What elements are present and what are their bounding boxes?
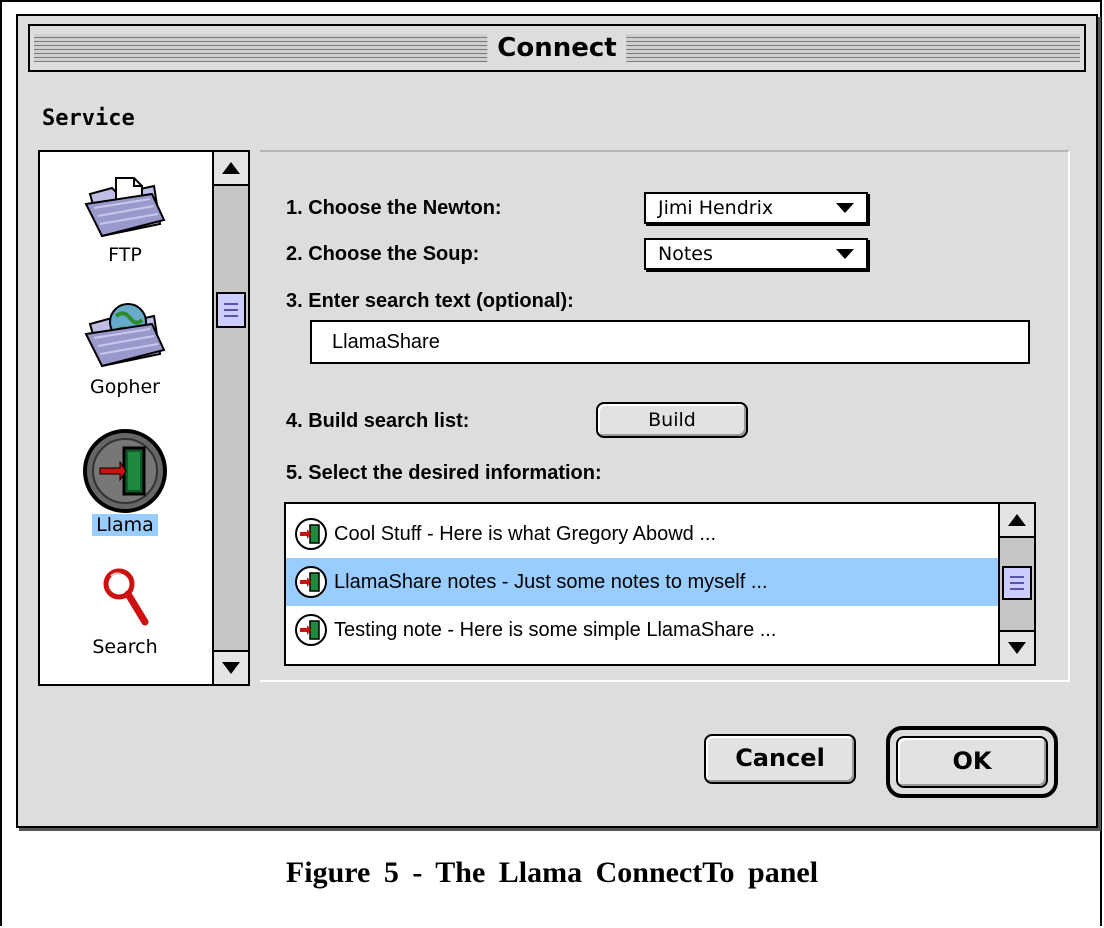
service-item-ftp[interactable]: FTP — [40, 174, 210, 266]
service-item-gopher[interactable]: Gopher — [40, 300, 210, 398]
service-label-llama: Llama — [92, 514, 158, 536]
build-button[interactable]: Build — [596, 402, 748, 438]
up-arrow-icon — [1008, 514, 1026, 526]
result-row[interactable]: Cool Stuff - Here is what Gregory Abowd … — [286, 510, 998, 558]
scroll-thumb[interactable] — [1002, 566, 1032, 600]
scroll-up-button[interactable] — [214, 152, 248, 186]
result-text: Testing note - Here is some simple Llama… — [334, 618, 777, 641]
popup-arrow-icon — [836, 203, 854, 213]
popup-arrow-icon — [836, 249, 854, 259]
service-list[interactable]: FTP Gopher Llama Search — [38, 150, 250, 686]
results-list[interactable]: Cool Stuff - Here is what Gregory Abowd … — [284, 502, 1036, 666]
scroll-thumb[interactable] — [216, 292, 246, 328]
service-label-search: Search — [92, 636, 158, 658]
llama-note-icon — [295, 566, 327, 598]
service-list-scrollbar[interactable] — [212, 152, 248, 684]
scroll-down-button[interactable] — [214, 650, 248, 684]
step-choose-newton-label: 1. Choose the Newton: — [286, 197, 502, 219]
step-select-info-label: 5. Select the desired information: — [286, 462, 602, 484]
figure-caption: Figure 5 - The Llama ConnectTo panel — [285, 856, 819, 889]
llama-note-icon — [295, 518, 327, 550]
down-arrow-icon — [1008, 642, 1026, 654]
soup-popup-menu[interactable]: Notes — [644, 238, 868, 270]
ftp-folder-icon — [84, 177, 166, 238]
result-text: Cool Stuff - Here is what Gregory Abowd … — [334, 522, 717, 545]
service-item-search[interactable]: Search — [40, 562, 210, 658]
llama-icon — [83, 429, 167, 513]
llama-note-icon — [295, 614, 327, 646]
step-choose-soup-label: 2. Choose the Soup: — [286, 243, 480, 265]
title-bar[interactable]: Connect — [28, 24, 1086, 72]
search-text-field[interactable] — [310, 320, 1030, 364]
service-item-llama[interactable]: Llama — [40, 428, 210, 536]
scroll-up-button[interactable] — [1000, 504, 1034, 538]
gopher-globe-folder-icon — [84, 303, 166, 368]
service-heading: Service — [42, 106, 135, 131]
magnifier-icon — [103, 568, 149, 626]
newton-popup-menu[interactable]: Jimi Hendrix — [644, 192, 868, 224]
results-scrollbar[interactable] — [998, 504, 1034, 664]
step-search-text-label: 3. Enter search text (optional): — [286, 290, 574, 312]
window-title: Connect — [487, 32, 627, 64]
step-build-list-label: 4. Build search list: — [286, 410, 470, 432]
soup-popup-value: Notes — [658, 243, 713, 265]
result-row-selected[interactable]: LlamaShare notes - Just some notes to my… — [286, 558, 998, 606]
result-row[interactable]: Testing note - Here is some simple Llama… — [286, 606, 998, 654]
cancel-button[interactable]: Cancel — [704, 734, 856, 784]
scroll-down-button[interactable] — [1000, 630, 1034, 664]
ok-button[interactable]: OK — [896, 736, 1048, 788]
search-text-input[interactable] — [332, 323, 1028, 362]
down-arrow-icon — [222, 662, 240, 674]
service-label-ftp: FTP — [108, 244, 142, 266]
up-arrow-icon — [222, 162, 240, 174]
newton-popup-value: Jimi Hendrix — [658, 197, 774, 219]
result-text: LlamaShare notes - Just some notes to my… — [334, 570, 768, 593]
service-label-gopher: Gopher — [90, 376, 160, 398]
